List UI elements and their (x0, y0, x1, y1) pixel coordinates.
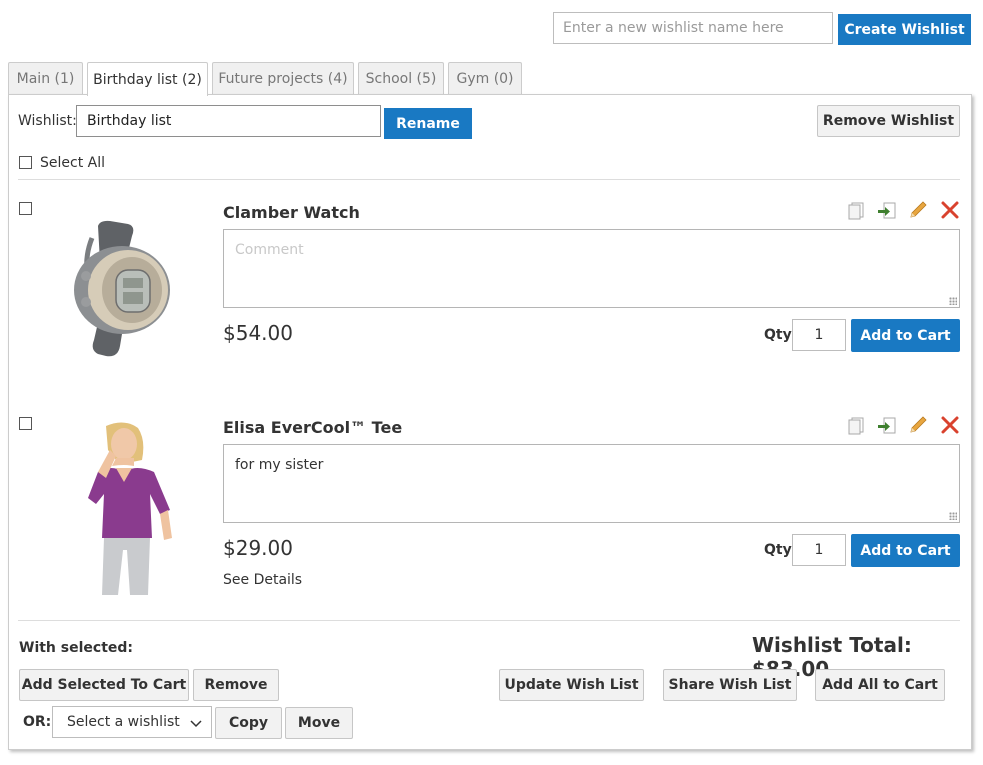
delete-x-icon[interactable] (940, 200, 960, 220)
move-icon[interactable] (877, 201, 897, 221)
chevron-down-icon (190, 720, 202, 728)
copy-button[interactable]: Copy (215, 707, 282, 739)
move-icon[interactable] (877, 416, 897, 436)
create-wishlist-button[interactable]: Create Wishlist (838, 14, 971, 45)
product-image-watch[interactable] (70, 218, 185, 360)
product-image-tee[interactable] (76, 420, 176, 595)
see-details-link[interactable]: See Details (223, 572, 302, 588)
remove-selected-button[interactable]: Remove (193, 669, 279, 701)
edit-pencil-icon[interactable] (908, 200, 928, 220)
select-all-label: Select All (40, 155, 105, 171)
edit-pencil-icon[interactable] (908, 415, 928, 435)
remove-wishlist-button[interactable]: Remove Wishlist (817, 105, 960, 137)
wishlist-select-value: Select a wishlist (67, 714, 180, 730)
comment-textarea[interactable]: for my sister (223, 444, 960, 523)
tab-birthday-list[interactable]: Birthday list (2) (87, 62, 208, 96)
item-price: $29.00 (223, 536, 293, 560)
wishlist-label: Wishlist: (18, 113, 77, 129)
item-name[interactable]: Elisa EverCool™ Tee (223, 418, 402, 437)
with-selected-label: With selected: (19, 640, 134, 656)
wishlist-name-input[interactable] (76, 105, 381, 137)
resize-grip[interactable] (949, 297, 957, 305)
divider (18, 620, 960, 621)
add-to-cart-button[interactable]: Add to Cart (851, 319, 960, 352)
or-label: OR: (23, 714, 52, 730)
add-to-cart-button[interactable]: Add to Cart (851, 534, 960, 567)
tab-gym[interactable]: Gym (0) (448, 62, 522, 95)
tab-label: Gym (0) (456, 71, 514, 87)
add-all-to-cart-button[interactable]: Add All to Cart (815, 669, 945, 701)
tab-label: Future projects (4) (218, 71, 348, 87)
add-selected-to-cart-button[interactable]: Add Selected To Cart (19, 669, 189, 701)
comment-textarea[interactable] (223, 229, 960, 308)
qty-input[interactable] (792, 534, 846, 566)
qty-input[interactable] (792, 319, 846, 351)
tab-future-projects[interactable]: Future projects (4) (212, 62, 354, 95)
tab-label: Birthday list (2) (93, 71, 202, 88)
watch-image (74, 220, 170, 357)
qty-label: Qty (764, 542, 792, 558)
share-wish-list-button[interactable]: Share Wish List (663, 669, 797, 701)
item-checkbox[interactable] (19, 417, 32, 430)
rename-button[interactable]: Rename (384, 108, 472, 139)
move-button[interactable]: Move (285, 707, 353, 739)
item-name[interactable]: Clamber Watch (223, 203, 360, 222)
tab-label: Main (1) (16, 71, 75, 87)
qty-label: Qty (764, 327, 792, 343)
select-all-checkbox[interactable] (19, 156, 32, 169)
update-wish-list-button[interactable]: Update Wish List (499, 669, 644, 701)
tee-image (88, 422, 172, 595)
tab-school[interactable]: School (5) (358, 62, 444, 95)
new-wishlist-name-input[interactable] (553, 12, 833, 44)
copy-icon[interactable] (846, 416, 866, 436)
tab-main[interactable]: Main (1) (8, 62, 83, 95)
divider (18, 179, 960, 180)
resize-grip[interactable] (949, 512, 957, 520)
copy-icon[interactable] (846, 201, 866, 221)
tab-label: School (5) (365, 71, 437, 87)
wishlist-select[interactable]: Select a wishlist (52, 706, 212, 738)
item-checkbox[interactable] (19, 202, 32, 215)
delete-x-icon[interactable] (940, 415, 960, 435)
item-price: $54.00 (223, 321, 293, 345)
